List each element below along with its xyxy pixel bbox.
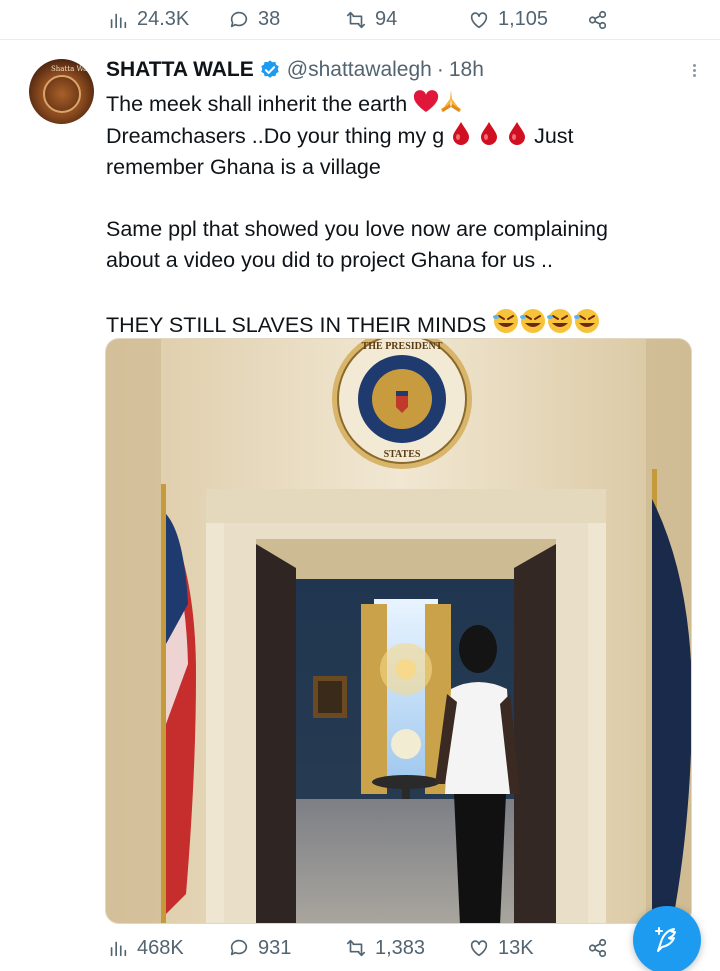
svg-text:THE PRESIDENT: THE PRESIDENT <box>362 341 443 352</box>
heart-icon <box>470 11 488 28</box>
views-count: 24.3K <box>137 8 190 30</box>
like-count: 13K <box>498 936 534 959</box>
tweet-photo[interactable]: THE PRESIDENT STATES <box>105 338 692 924</box>
views-button[interactable]: 468K <box>107 937 184 960</box>
reply-button[interactable]: 38 <box>228 8 280 31</box>
verified-badge-icon <box>261 60 279 78</box>
handle[interactable]: @shattawalegh <box>287 58 432 82</box>
svg-text:STATES: STATES <box>384 449 421 460</box>
retweet-icon <box>346 11 366 28</box>
views-count: 468K <box>137 936 184 959</box>
retweet-button[interactable]: 1,383 <box>345 937 425 960</box>
avatar-label: Shatta Wale <box>51 65 94 73</box>
blood-drop-emoji-icon <box>509 122 526 145</box>
views-button[interactable]: 24.3K <box>107 8 189 31</box>
tweet-line-2b: Just <box>534 124 574 148</box>
views-icon <box>110 13 127 28</box>
reply-icon <box>230 11 248 27</box>
like-button[interactable]: 13K <box>468 937 534 960</box>
like-count: 1,105 <box>498 8 549 30</box>
reply-button[interactable]: 931 <box>228 937 291 960</box>
reply-count: 38 <box>258 8 281 30</box>
header-separator: · <box>436 58 444 81</box>
compose-tweet-button[interactable] <box>633 906 701 971</box>
share-button[interactable] <box>587 9 609 31</box>
reply-count: 931 <box>258 936 292 959</box>
tweet-line-2a: Dreamchasers ..Do your thing my g <box>106 124 445 148</box>
share-icon <box>588 10 607 29</box>
share-button[interactable] <box>587 937 609 959</box>
retweet-button[interactable]: 94 <box>345 8 397 31</box>
retweet-count: 1,383 <box>375 936 426 959</box>
tweet-para2-line2: about a video you did to project Ghana f… <box>106 248 554 272</box>
blood-drop-emoji-icon <box>481 122 498 145</box>
reply-icon <box>230 939 248 956</box>
rofl-emoji-icon <box>493 309 600 333</box>
photo-illustration: THE PRESIDENT STATES <box>106 339 691 923</box>
tweet-text: The meek shall inherit the earth Dreamch… <box>106 88 696 341</box>
red-heart-emoji-icon <box>414 90 439 112</box>
previous-tweet-actions: 24.3K 38 94 1,105 <box>0 0 720 40</box>
timestamp[interactable]: 18h <box>449 58 484 82</box>
tweet-header: SHATTA WALE @shattawalegh · 18h <box>106 58 484 82</box>
tweet-para2-line1: Same ppl that showed you love now are co… <box>106 217 608 241</box>
more-options-icon[interactable] <box>690 62 698 80</box>
views-icon <box>110 941 127 957</box>
avatar-emblem <box>43 75 81 113</box>
heart-icon <box>470 940 488 957</box>
display-name[interactable]: SHATTA WALE <box>106 58 254 82</box>
tweet-para3: THEY STILL SLAVES IN THEIR MINDS <box>106 313 487 337</box>
tweet-line-3: remember Ghana is a village <box>106 155 381 179</box>
compose-feather-icon <box>655 927 676 952</box>
retweet-count: 94 <box>375 8 398 30</box>
avatar[interactable]: Shatta Wale <box>29 59 94 124</box>
tweet-line-1: The meek shall inherit the earth <box>106 92 408 116</box>
tweet-actions: 468K 931 1,383 13K <box>0 928 720 968</box>
retweet-icon <box>346 939 366 957</box>
share-icon <box>588 938 607 958</box>
praying-hands-emoji-icon <box>441 90 462 112</box>
blood-drop-emoji-icon <box>453 122 470 145</box>
like-button[interactable]: 1,105 <box>468 8 548 31</box>
